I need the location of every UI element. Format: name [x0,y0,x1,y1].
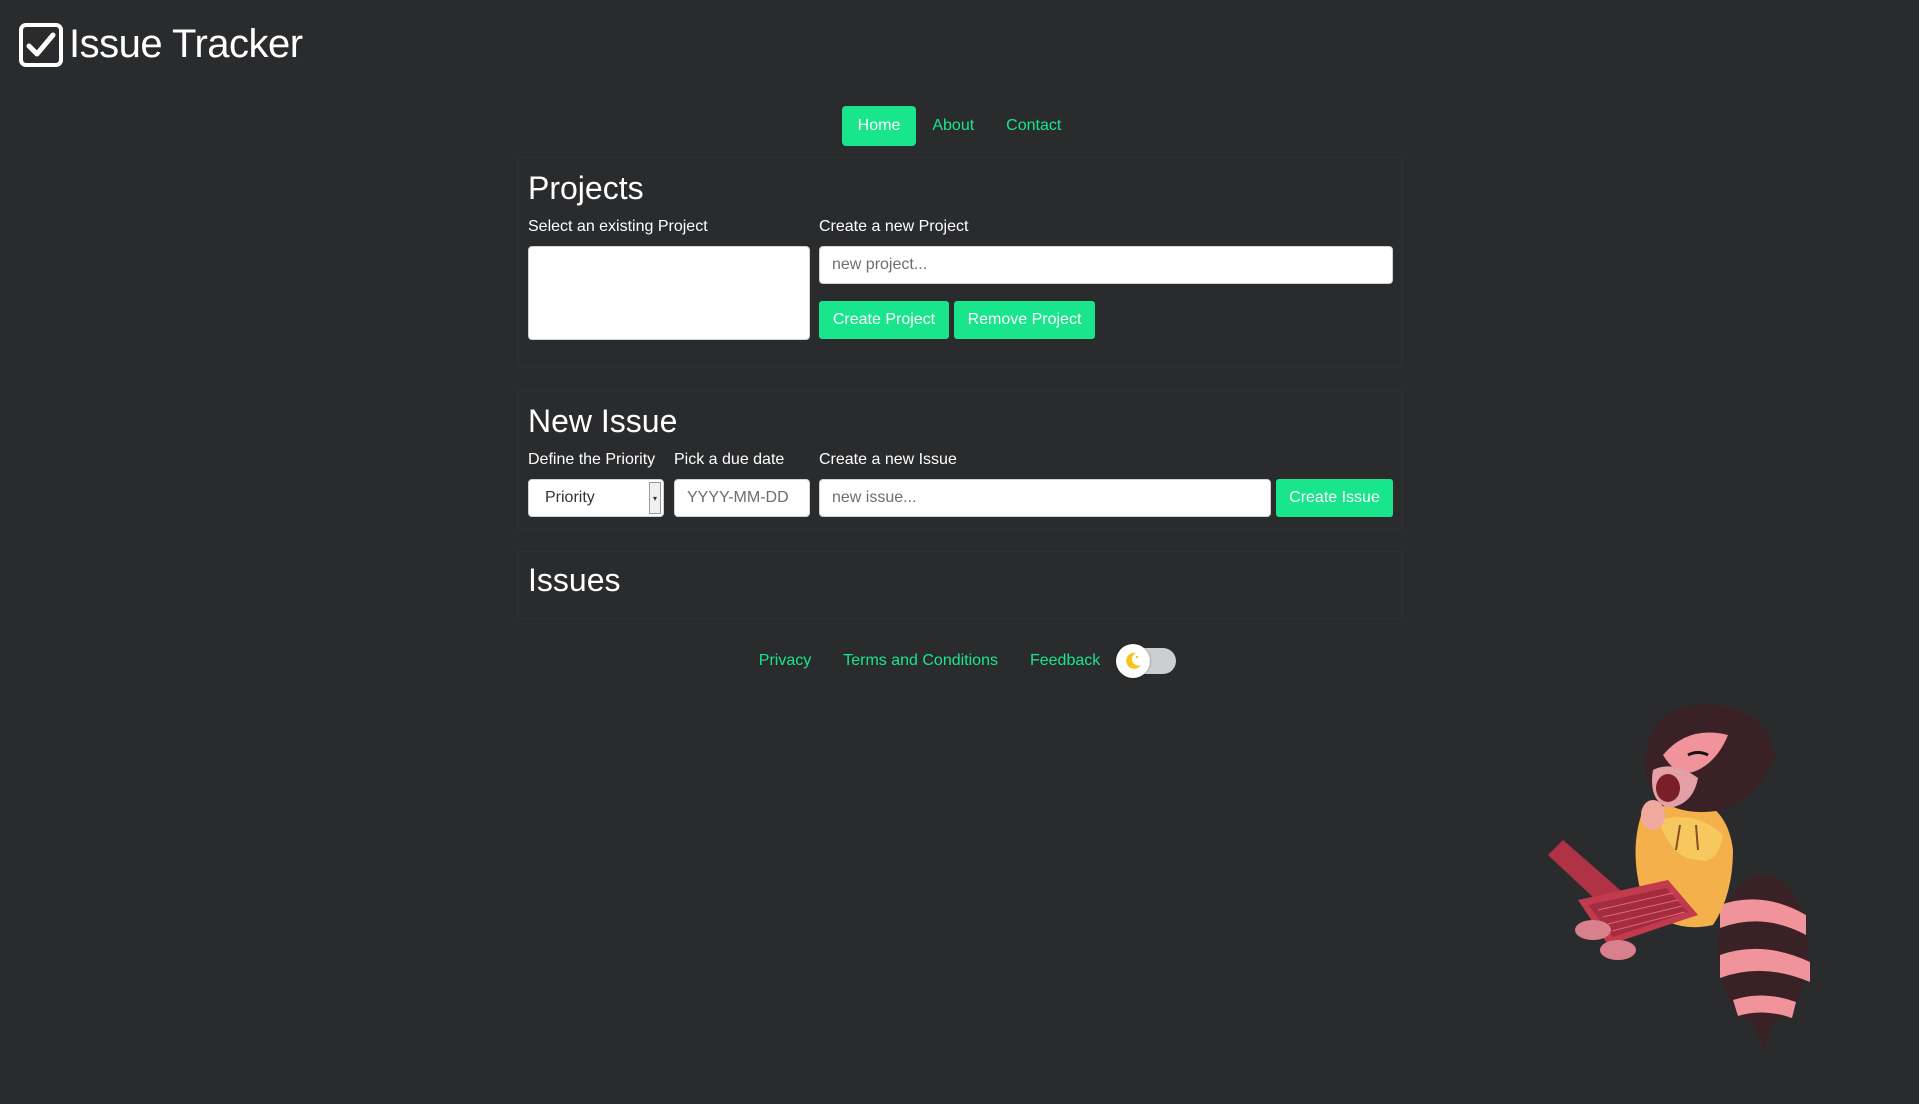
nav-contact[interactable]: Contact [990,106,1077,146]
checkbox-icon [19,22,63,67]
projects-heading: Projects [528,170,644,206]
priority-label: Define the Priority [528,451,656,468]
create-project-label: Create a new Project [819,218,969,235]
create-project-button[interactable]: Create Project [819,301,949,339]
nav-about[interactable]: About [916,106,990,146]
brand[interactable]: Issue Tracker [19,22,303,67]
privacy-link[interactable]: Privacy [759,652,811,670]
feedback-link[interactable]: Feedback [1030,652,1100,670]
project-select-list[interactable] [528,246,810,340]
priority-value: Priority [545,489,595,506]
toggle-knob [1116,644,1151,678]
nav-home[interactable]: Home [841,106,917,146]
due-date-input[interactable]: YYYY-MM-DD [674,479,810,517]
issues-card: Issues [517,551,1403,619]
hand [1641,800,1665,830]
select-project-label: Select an existing Project [528,218,708,235]
footer: Privacy Terms and Conditions Feedback [0,644,1919,678]
main-nav: Home About Contact [0,106,1919,146]
dropdown-arrow-icon: ▾ [649,482,661,514]
app-title: Issue Tracker [69,22,303,66]
theme-toggle[interactable] [1116,644,1177,678]
new-issue-card: New Issue Define the Priority Pick a due… [517,390,1403,530]
projects-card: Projects Select an existing Project Crea… [517,157,1403,367]
tail [1718,875,1810,1050]
foot [1575,920,1611,940]
raccoon-mascot-illustration [1548,704,1810,1050]
moon-icon [1126,652,1142,669]
new-project-input[interactable]: new project... [819,246,1393,284]
due-date-label: Pick a due date [674,451,785,468]
terms-link[interactable]: Terms and Conditions [843,652,998,670]
new-issue-heading: New Issue [528,403,678,439]
remove-project-button[interactable]: Remove Project [954,301,1095,339]
priority-select[interactable]: Priority ▾ [528,479,664,517]
create-issue-label: Create a new Issue [819,451,957,468]
head [1645,704,1778,813]
foot [1600,940,1636,960]
create-issue-button[interactable]: Create Issue [1276,479,1393,517]
new-issue-input[interactable]: new issue... [819,479,1271,517]
issues-heading: Issues [528,562,621,598]
